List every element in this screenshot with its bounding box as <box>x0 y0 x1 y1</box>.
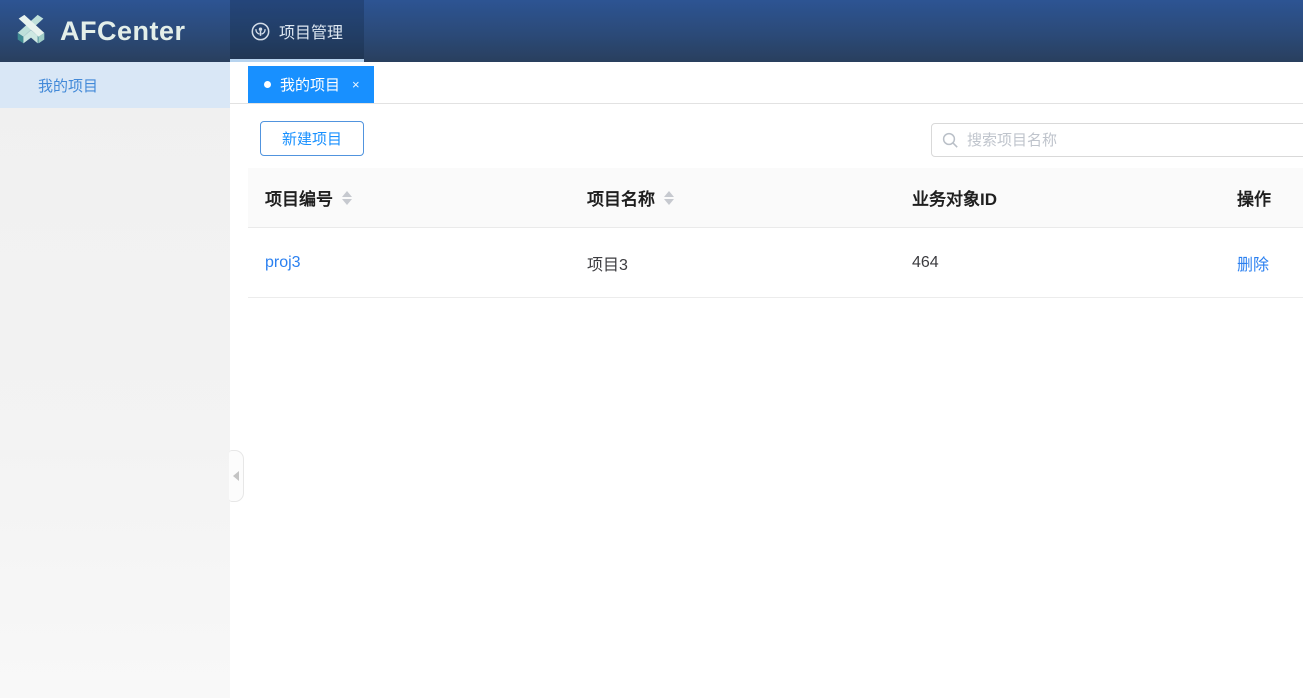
tab-my-projects[interactable]: 我的项目 × <box>248 66 374 103</box>
topnav: 项目管理 <box>230 0 364 62</box>
sidebar-item-label: 我的项目 <box>38 75 98 96</box>
project-name-value: 项目3 <box>587 257 628 274</box>
app-header: AFCenter 项目管理 <box>0 0 1303 62</box>
active-dot-icon <box>264 81 271 88</box>
topnav-item-project-management[interactable]: 项目管理 <box>230 0 364 62</box>
sort-icon[interactable] <box>664 191 674 205</box>
collapse-arrow-icon <box>233 471 239 481</box>
business-object-id-value: 464 <box>912 254 939 271</box>
main-content: 我的项目 × 新建项目 项目编号 项目名称 业务对象ID <box>230 62 1303 698</box>
toolbar: 新建项目 <box>230 104 1303 168</box>
new-project-button[interactable]: 新建项目 <box>260 121 364 156</box>
projects-table: 项目编号 项目名称 业务对象ID 操作 proj3 项目3 464 删除 <box>248 168 1303 298</box>
tab-label: 我的项目 <box>280 74 340 95</box>
search-input[interactable] <box>967 132 1303 149</box>
sidebar: 我的项目 <box>0 62 230 698</box>
column-header-label: 操作 <box>1237 185 1271 210</box>
delete-row-button[interactable]: 删除 <box>1237 257 1269 274</box>
tab-close-icon[interactable]: × <box>352 77 360 92</box>
project-code-link[interactable]: proj3 <box>265 254 301 271</box>
column-header-business-object-id: 业务对象ID <box>895 185 1220 210</box>
brand-logo-icon <box>12 12 50 50</box>
brand: AFCenter <box>0 0 230 62</box>
column-header-label: 项目编号 <box>265 185 333 210</box>
table-row: proj3 项目3 464 删除 <box>248 228 1303 298</box>
search-icon <box>942 132 959 149</box>
column-header-project-code[interactable]: 项目编号 <box>248 185 570 210</box>
topnav-item-label: 项目管理 <box>279 19 343 43</box>
column-header-label: 项目名称 <box>587 185 655 210</box>
brand-title: AFCenter <box>60 16 186 47</box>
sidebar-collapse-handle[interactable] <box>229 450 244 502</box>
table-header-row: 项目编号 项目名称 业务对象ID 操作 <box>248 168 1303 228</box>
search-box <box>931 123 1303 157</box>
tab-bar: 我的项目 × <box>230 62 1303 104</box>
column-header-label: 业务对象ID <box>912 185 997 210</box>
broadcast-icon <box>251 22 270 41</box>
sort-icon[interactable] <box>342 191 352 205</box>
column-header-actions: 操作 <box>1220 185 1303 210</box>
column-header-project-name[interactable]: 项目名称 <box>570 185 895 210</box>
sidebar-item-my-projects[interactable]: 我的项目 <box>0 62 230 108</box>
